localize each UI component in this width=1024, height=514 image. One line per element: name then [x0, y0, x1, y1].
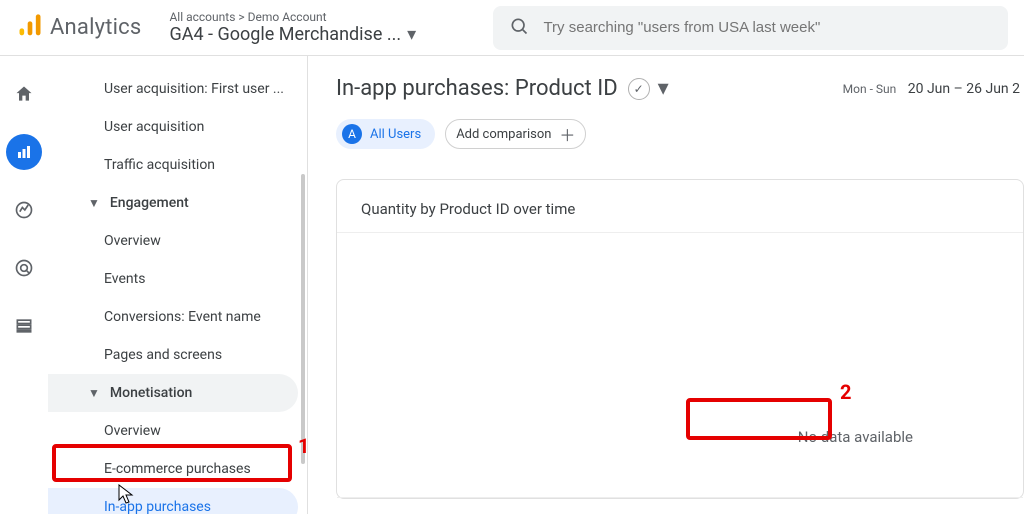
left-icon-rail: [0, 56, 48, 514]
app-header: Analytics All accounts > Demo Account GA…: [0, 0, 1024, 56]
page-title: In-app purchases: Product ID ✓ ▾: [336, 76, 669, 101]
chevron-down-icon[interactable]: ▾: [658, 76, 669, 101]
chart-card: Quantity by Product ID over time No data…: [336, 179, 1024, 499]
nav-pages-screens[interactable]: Pages and screens: [48, 336, 298, 374]
report-nav: User acquisition: First user ... User ac…: [48, 56, 308, 514]
rail-configure-icon[interactable]: [6, 308, 42, 344]
analytics-logo-icon: [16, 12, 44, 44]
nav-events[interactable]: Events: [48, 260, 298, 298]
comparison-chips: A All Users Add comparison ＋: [336, 119, 1024, 149]
chart-card-title: Quantity by Product ID over time: [337, 180, 1023, 233]
main-content: In-app purchases: Product ID ✓ ▾ Mon - S…: [308, 56, 1024, 514]
nav-ecommerce[interactable]: E-commerce purchases: [48, 450, 298, 488]
nav-overview-1[interactable]: Overview: [48, 222, 298, 260]
rail-reports-icon[interactable]: [6, 134, 42, 170]
date-range-value: 20 Jun – 26 Jun 2: [908, 81, 1020, 97]
nav-overview-2[interactable]: Overview: [48, 412, 298, 450]
chart-area: No data available: [337, 238, 1023, 498]
search-input[interactable]: [543, 19, 992, 36]
chip-add-comparison-label: Add comparison: [456, 127, 551, 142]
product-logo: Analytics: [16, 12, 141, 44]
nav-user-acq-first[interactable]: User acquisition: First user ...: [48, 70, 298, 108]
nav-section-engagement-label: Engagement: [110, 195, 189, 211]
property-name: GA4 - Google Merchandise ...: [169, 24, 401, 45]
chip-add-comparison[interactable]: Add comparison ＋: [445, 119, 586, 149]
no-data-message: No data available: [798, 428, 913, 446]
chip-all-users[interactable]: A All Users: [336, 119, 435, 149]
search-icon: [509, 16, 529, 40]
rail-home-icon[interactable]: [6, 76, 42, 112]
plus-icon: ＋: [559, 122, 575, 146]
date-range-picker[interactable]: Mon - Sun 20 Jun – 26 Jun 2: [843, 81, 1020, 97]
chevron-down-icon: ▼: [88, 196, 100, 210]
chip-all-users-label: All Users: [370, 127, 421, 142]
nav-section-engagement[interactable]: ▼ Engagement: [48, 184, 298, 222]
account-breadcrumb: All accounts > Demo Account: [169, 10, 469, 24]
nav-user-acq[interactable]: User acquisition: [48, 108, 298, 146]
page-title-text: In-app purchases: Product ID: [336, 76, 618, 101]
chevron-down-icon: ▾: [407, 24, 416, 45]
account-switcher[interactable]: All accounts > Demo Account GA4 - Google…: [169, 10, 469, 45]
rail-advertising-icon[interactable]: [6, 250, 42, 286]
nav-section-monetisation-label: Monetisation: [110, 385, 192, 401]
product-name: Analytics: [50, 15, 141, 40]
nav-traffic-acq[interactable]: Traffic acquisition: [48, 146, 298, 184]
nav-conversions[interactable]: Conversions: Event name: [48, 298, 298, 336]
chevron-down-icon: ▼: [88, 386, 100, 400]
nav-in-app-purchases[interactable]: In-app purchases: [48, 488, 298, 514]
nav-scrollbar[interactable]: [301, 174, 305, 464]
nav-section-monetisation[interactable]: ▼ Monetisation: [48, 374, 298, 412]
date-range-label: Mon - Sun: [843, 82, 897, 96]
search-box[interactable]: [493, 6, 1008, 50]
rail-explore-icon[interactable]: [6, 192, 42, 228]
chip-badge: A: [342, 124, 362, 144]
verified-icon[interactable]: ✓: [628, 78, 650, 100]
